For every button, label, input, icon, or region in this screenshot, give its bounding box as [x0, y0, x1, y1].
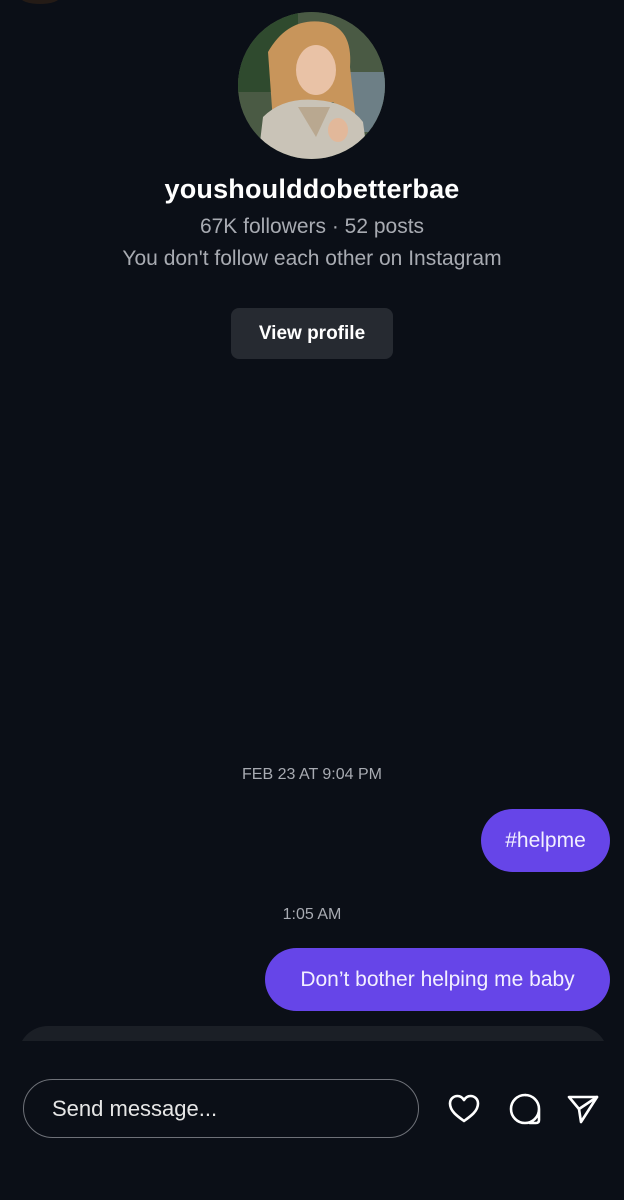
message-composer — [0, 1041, 624, 1200]
avatar-image — [238, 12, 385, 159]
message-timestamp: FEB 23 AT 9:04 PM — [242, 766, 382, 783]
view-profile-button[interactable]: View profile — [231, 308, 393, 359]
sent-message-bubble[interactable]: #helpme — [481, 809, 610, 872]
message-timestamp: 1:05 AM — [282, 906, 342, 923]
heart-icon[interactable] — [447, 1092, 481, 1126]
follow-status-text: You don't follow each other on Instagram — [122, 247, 502, 270]
dm-thread-screen: youshoulddobetterbae 67K followers · 52 … — [0, 0, 624, 1200]
send-message-input[interactable] — [23, 1079, 419, 1138]
sticker-icon[interactable] — [508, 1092, 542, 1126]
back-avatar-fragment — [20, 0, 60, 4]
sent-message-bubble[interactable]: Don’t bother helping me baby — [265, 948, 610, 1011]
profile-avatar[interactable] — [238, 12, 385, 159]
send-icon[interactable] — [566, 1092, 600, 1126]
profile-stats: 67K followers · 52 posts — [199, 215, 425, 238]
profile-username: youshoulddobetterbae — [164, 174, 460, 204]
